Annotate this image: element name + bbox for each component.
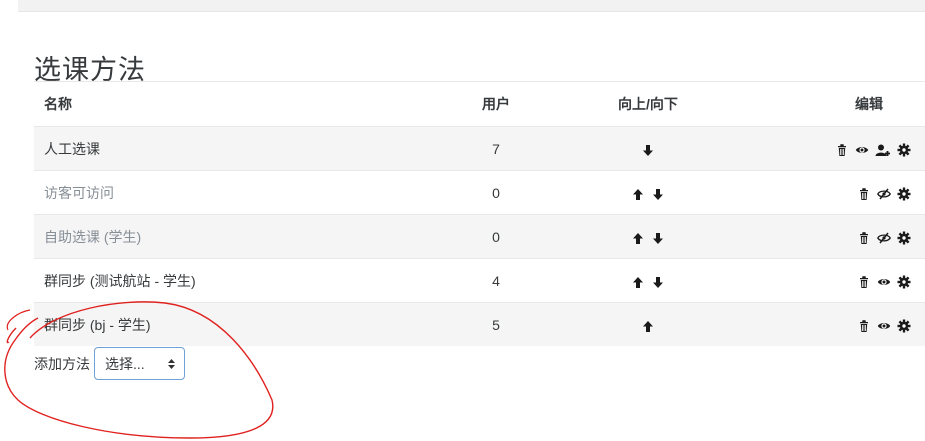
gear-icon[interactable] [897, 143, 911, 157]
add-method-label: 添加方法 [34, 355, 90, 372]
eye-slash-icon[interactable] [877, 231, 891, 245]
eye-slash-icon[interactable] [877, 187, 891, 201]
method-name: 群同步 (测试航站 - 学生) [34, 258, 445, 303]
arrow-down-icon[interactable] [651, 187, 665, 201]
gear-icon[interactable] [897, 231, 911, 245]
trash-icon[interactable] [857, 275, 871, 289]
gear-icon[interactable] [897, 187, 911, 201]
arrow-up-icon[interactable] [631, 275, 645, 289]
column-header-updown: 向上/向下 [547, 81, 749, 127]
user-count: 0 [445, 170, 547, 215]
arrow-up-icon[interactable] [641, 319, 655, 333]
arrow-down-icon[interactable] [641, 143, 655, 157]
trash-icon[interactable] [857, 319, 871, 333]
edit-controls [749, 302, 925, 346]
gear-icon[interactable] [897, 275, 911, 289]
table-row: 人工选课 7 [34, 126, 925, 171]
column-header-edit: 编辑 [749, 81, 925, 127]
trash-icon[interactable] [857, 231, 871, 245]
user-count: 0 [445, 214, 547, 259]
user-count: 5 [445, 302, 547, 346]
edit-controls [749, 126, 925, 171]
updown-controls [547, 302, 749, 346]
user-count: 4 [445, 258, 547, 303]
eye-icon[interactable] [877, 275, 891, 289]
eye-icon[interactable] [877, 319, 891, 333]
add-method-select[interactable]: 选择... [94, 347, 185, 380]
edit-controls [749, 258, 925, 303]
arrow-up-icon[interactable] [631, 231, 645, 245]
table-row: 群同步 (测试航站 - 学生) 4 [34, 258, 925, 303]
column-header-users: 用户 [445, 81, 547, 127]
trash-icon[interactable] [835, 143, 849, 157]
method-name: 群同步 (bj - 学生) [34, 302, 445, 346]
add-user-icon[interactable] [875, 143, 891, 157]
enrolment-methods-table: 名称 用户 向上/向下 编辑 人工选课 7 访客可访问 0 自助选课 (学生) 0 群同步 … [34, 81, 925, 346]
user-count: 7 [445, 126, 547, 171]
method-name: 访客可访问 [34, 170, 445, 215]
arrow-up-icon[interactable] [631, 187, 645, 201]
updown-controls [547, 126, 749, 171]
top-bar [18, 0, 925, 12]
column-header-name[interactable]: 名称 [34, 81, 445, 127]
method-name: 人工选课 [34, 126, 445, 171]
updown-controls [547, 170, 749, 215]
table-row: 群同步 (bj - 学生) 5 [34, 302, 925, 346]
edit-controls [749, 170, 925, 215]
gear-icon[interactable] [897, 319, 911, 333]
updown-controls [547, 214, 749, 259]
trash-icon[interactable] [857, 187, 871, 201]
table-row: 访客可访问 0 [34, 170, 925, 215]
add-method-select-value: 选择... [105, 355, 145, 372]
add-method-row: 添加方法 选择... [34, 347, 185, 380]
method-name: 自助选课 (学生) [34, 214, 445, 259]
eye-icon[interactable] [855, 143, 869, 157]
select-caret-icon [168, 358, 175, 369]
edit-controls [749, 214, 925, 259]
arrow-down-icon[interactable] [651, 231, 665, 245]
arrow-down-icon[interactable] [651, 275, 665, 289]
updown-controls [547, 258, 749, 303]
table-row: 自助选课 (学生) 0 [34, 214, 925, 259]
